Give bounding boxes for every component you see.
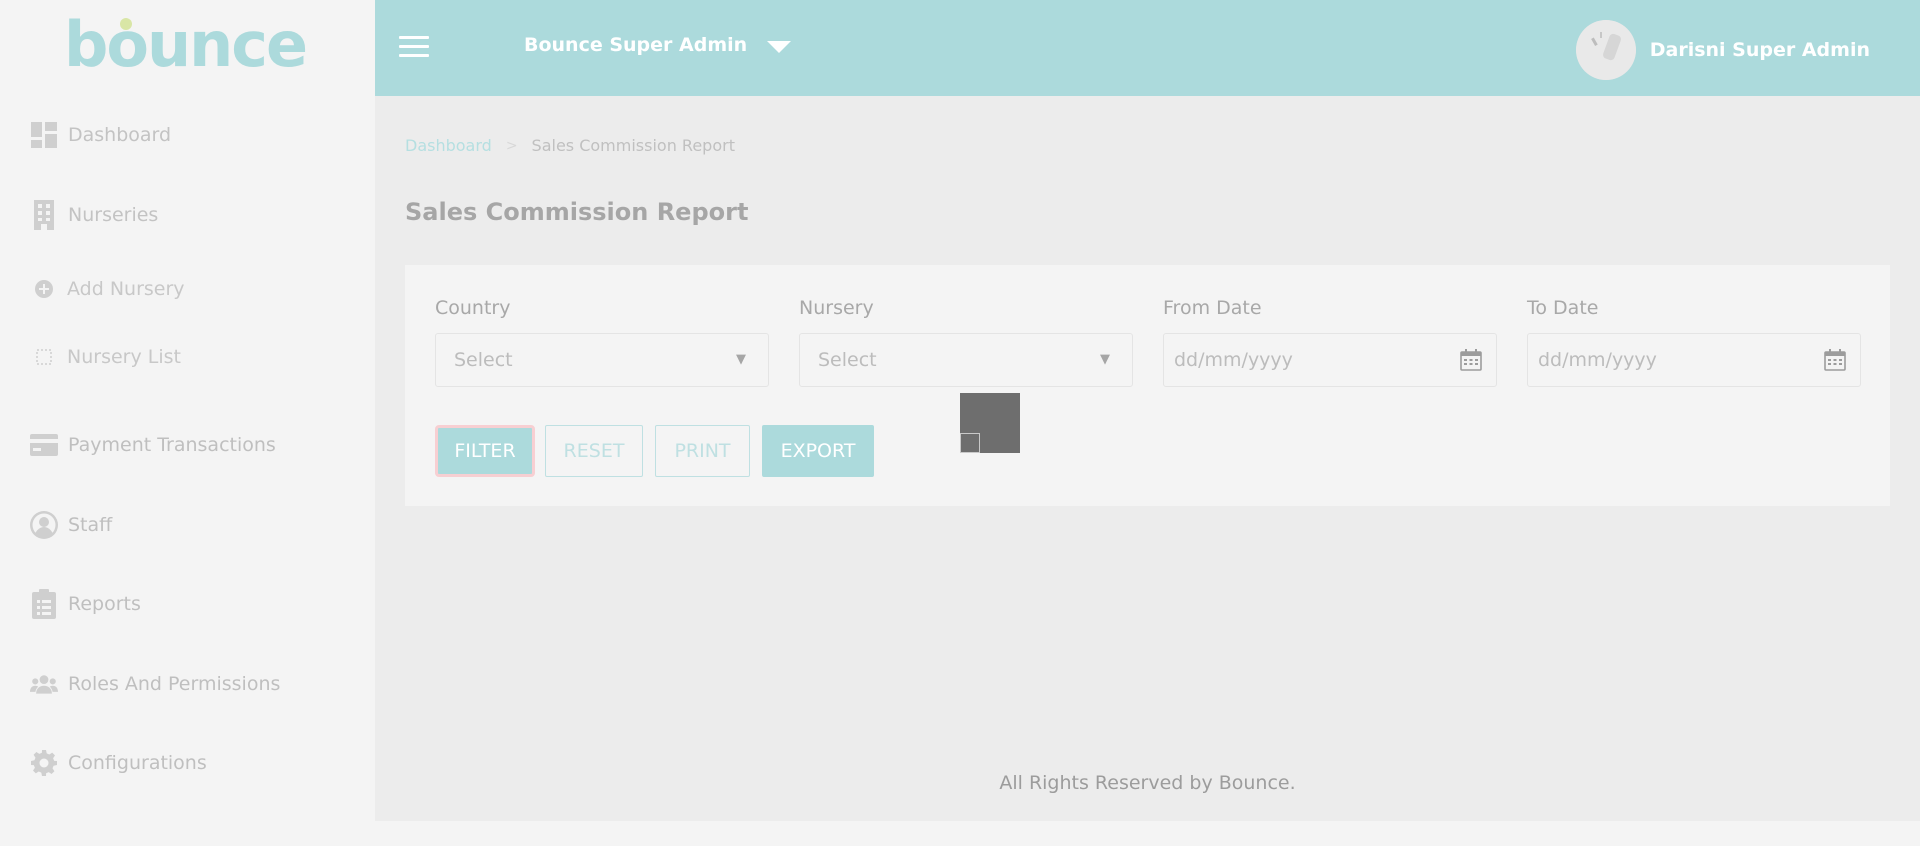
sidebar: bounce Dashboard Nurseries Add Nursery N… [0,0,375,846]
sidebar-item-label: Add Nursery [67,278,185,300]
sidebar-item-nursery-list[interactable]: Nursery List [30,342,181,372]
sidebar-item-nurseries[interactable]: Nurseries [30,200,158,230]
sidebar-item-label: Staff [68,514,113,536]
country-field: Country Select ▼ [435,297,769,387]
org-name: Bounce Super Admin [524,34,748,56]
to-date-placeholder: dd/mm/yyyy [1538,349,1657,371]
org-switcher[interactable]: Bounce Super Admin [524,34,792,56]
to-date-input[interactable]: dd/mm/yyyy [1527,333,1861,387]
filter-button[interactable]: FILTER [435,425,535,477]
caret-down-icon [767,41,792,53]
plus-circle-icon [33,275,55,303]
user-name: Darisni Super Admin [1649,39,1870,61]
from-date-label: From Date [1163,297,1262,319]
from-date-input[interactable]: dd/mm/yyyy [1163,333,1497,387]
breadcrumb-current: Sales Commission Report [531,136,735,155]
sidebar-item-label: Reports [68,593,141,615]
sidebar-item-label: Payment Transactions [68,434,276,456]
breadcrumb: Dashboard > Sales Commission Report [405,136,735,155]
sidebar-item-label: Roles And Permissions [68,673,281,695]
reset-button[interactable]: RESET [545,425,643,477]
breadcrumb-link-dashboard[interactable]: Dashboard [405,136,492,155]
country-select[interactable]: Select ▼ [435,333,769,387]
building-icon [30,200,58,230]
nursery-label: Nursery [799,297,874,319]
credit-card-icon [30,431,58,459]
to-date-label: To Date [1527,297,1599,319]
dotted-square-icon [33,343,55,371]
sidebar-item-label: Configurations [68,752,207,774]
gear-icon [30,749,58,777]
sidebar-item-add-nursery[interactable]: Add Nursery [30,274,185,304]
sidebar-item-label: Nurseries [68,204,159,226]
dropdown-arrow-icon: ▼ [736,352,746,367]
loading-indicator-inner [960,433,980,453]
bounce-logo-image: bounce [64,8,308,81]
clipboard-icon [30,589,58,619]
calendar-icon[interactable] [1460,349,1482,371]
dropdown-arrow-icon: ▼ [1100,352,1110,367]
footer-copyright: All Rights Reserved by Bounce. [999,772,1296,794]
from-date-field: From Date dd/mm/yyyy [1163,297,1497,387]
country-label: Country [435,297,511,319]
export-button[interactable]: EXPORT [762,425,874,477]
user-circle-icon [30,511,58,539]
filter-card: Country Select ▼ Nursery Select ▼ From D… [405,265,1890,506]
sidebar-item-roles-and-permissions[interactable]: Roles And Permissions [30,669,280,699]
menu-toggle-icon[interactable] [399,36,429,60]
calendar-icon[interactable] [1824,349,1846,371]
breadcrumb-separator-icon: > [505,137,518,154]
from-date-placeholder: dd/mm/yyyy [1174,349,1293,371]
nursery-field: Nursery Select ▼ [799,297,1133,387]
country-select-value: Select [454,349,513,371]
sidebar-item-staff[interactable]: Staff [30,510,112,540]
nursery-select[interactable]: Select ▼ [799,333,1133,387]
sidebar-item-label: Dashboard [68,124,172,146]
print-button[interactable]: PRINT [655,425,750,477]
loading-indicator [960,393,1020,453]
to-date-field: To Date dd/mm/yyyy [1527,297,1861,387]
main-content: Dashboard > Sales Commission Report Sale… [375,96,1920,821]
page-title: Sales Commission Report [405,198,749,226]
sidebar-item-dashboard[interactable]: Dashboard [30,120,171,150]
dashboard-icon [30,121,58,149]
top-header: Bounce Super Admin Darisni Super Admin [375,0,1920,96]
nursery-select-value: Select [818,349,877,371]
sidebar-item-label: Nursery List [67,346,181,368]
sidebar-item-reports[interactable]: Reports [30,589,141,619]
users-icon [30,670,58,698]
sidebar-item-configurations[interactable]: Configurations [30,748,207,778]
svg-text:bounce: bounce [64,14,306,81]
sidebar-item-payment-transactions[interactable]: Payment Transactions [30,430,276,460]
avatar [1575,20,1636,80]
user-menu[interactable]: Darisni Super Admin [1575,20,1870,80]
bounce-logo[interactable]: bounce [64,8,314,84]
